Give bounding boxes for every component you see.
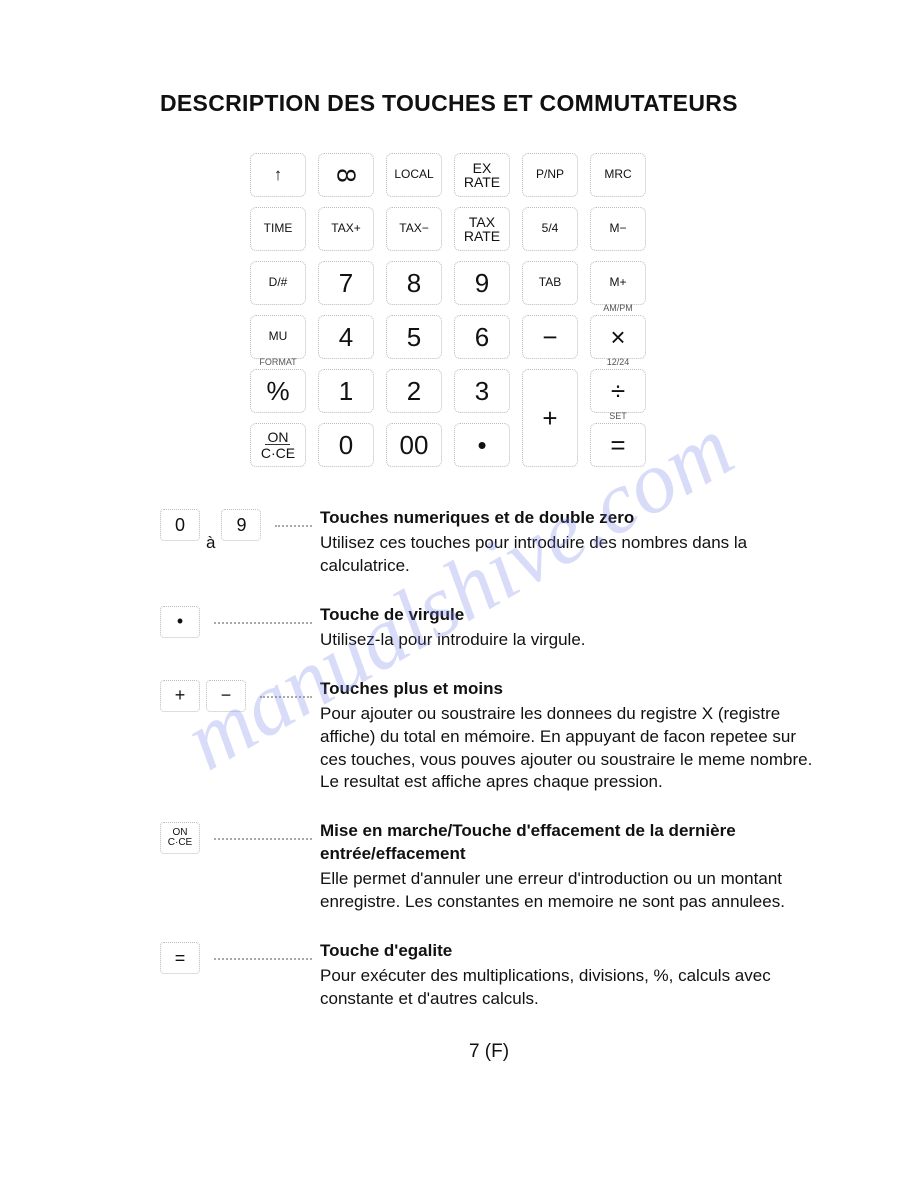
dotted-leader: [214, 942, 312, 960]
desc-decimal: • Touche de virgule Utilisez-la pour int…: [160, 604, 818, 652]
mini-key-on-cce: ON C·CE: [160, 822, 200, 854]
dotted-leader: [275, 509, 312, 527]
mini-key-equals: =: [160, 942, 200, 974]
key-5: 5: [386, 315, 442, 359]
desc-title: Mise en marche/Touche d'effacement de la…: [320, 820, 818, 866]
desc-plus-minus: + − Touches plus et moins Pour ajouter o…: [160, 678, 818, 795]
dotted-leader: [214, 822, 312, 840]
keypad-diagram: ↑ 8 LOCAL EX RATE P/NP MRC TIME TAX+ TAX…: [250, 153, 818, 467]
key-multiply: ×: [590, 315, 646, 359]
key-feed: ↑: [250, 153, 306, 197]
key-9: 9: [454, 261, 510, 305]
key-percent: %: [250, 369, 306, 413]
desc-title: Touche de virgule: [320, 604, 818, 627]
desc-text: Utilisez ces touches pour introduire des…: [320, 532, 818, 578]
key-divide-wrap: 12/24 ÷: [590, 369, 646, 413]
key-4: 4: [318, 315, 374, 359]
key-6: 6: [454, 315, 510, 359]
mini-key-dot: •: [160, 606, 200, 638]
range-sep: à: [206, 533, 215, 553]
key-mrc: MRC: [590, 153, 646, 197]
desc-text: Pour exécuter des multiplications, divis…: [320, 965, 818, 1011]
key-pnp: P/NP: [522, 153, 578, 197]
key-m-minus: M−: [590, 207, 646, 251]
key-8-rotated: 8: [318, 153, 374, 197]
page-title: DESCRIPTION DES TOUCHES ET COMMUTATEURS: [160, 90, 818, 117]
key-multiply-wrap: AM/PM ×: [590, 315, 646, 359]
key-1: 1: [318, 369, 374, 413]
key-on-cce: ON C·CE: [250, 423, 306, 467]
key-tax-rate: TAX RATE: [454, 207, 510, 251]
label-bot: RATE: [464, 175, 500, 189]
mini-key-0: 0: [160, 509, 200, 541]
keypad-row: FORMAT % ON C·CE 1 0 2: [250, 369, 818, 467]
key-local: LOCAL: [386, 153, 442, 197]
key-minus: −: [522, 315, 578, 359]
key-time: TIME: [250, 207, 306, 251]
keypad-row: D/# 7 8 9 TAB M+: [250, 261, 818, 305]
key-tab: TAB: [522, 261, 578, 305]
key-0: 0: [318, 423, 374, 467]
mini-key-minus: −: [206, 680, 246, 712]
label-bot: C·CE: [168, 838, 192, 848]
sup-ampm: AM/PM: [590, 303, 646, 313]
label-bot: RATE: [464, 229, 500, 243]
key-equals: =: [590, 423, 646, 467]
dotted-leader: [260, 680, 312, 698]
digit-8-icon: 8: [331, 168, 362, 182]
desc-text: Elle permet d'annuler une erreur d'intro…: [320, 868, 818, 914]
key-plus: +: [522, 369, 578, 467]
key-2: 2: [386, 369, 442, 413]
desc-text: Pour ajouter ou soustraire les donnees d…: [320, 703, 818, 795]
manual-page: manualshive.com DESCRIPTION DES TOUCHES …: [0, 0, 918, 1188]
label-top: EX: [473, 161, 492, 175]
sup-1224: 12/24: [590, 357, 646, 367]
key-mu: MU: [250, 315, 306, 359]
key-round: 5/4: [522, 207, 578, 251]
key-3: 3: [454, 369, 510, 413]
key-percent-wrap: FORMAT %: [250, 369, 306, 413]
keypad-row: TIME TAX+ TAX− TAX RATE 5/4 M−: [250, 207, 818, 251]
desc-equals: = Touche d'egalite Pour exécuter des mul…: [160, 940, 818, 1011]
key-divide: ÷: [590, 369, 646, 413]
desc-title: Touches numeriques et de double zero: [320, 507, 818, 530]
desc-on-cce: ON C·CE Mise en marche/Touche d'effaceme…: [160, 820, 818, 914]
desc-numeric: 0 à 9 Touches numeriques et de double ze…: [160, 507, 818, 578]
key-tax-minus: TAX−: [386, 207, 442, 251]
page-number: 7 (F): [160, 1041, 818, 1063]
key-7: 7: [318, 261, 374, 305]
dotted-leader: [214, 606, 312, 624]
mini-key-9: 9: [221, 509, 261, 541]
sup-format: FORMAT: [250, 357, 306, 367]
desc-title: Touches plus et moins: [320, 678, 818, 701]
key-ex-rate: EX RATE: [454, 153, 510, 197]
key-m-plus: M+: [590, 261, 646, 305]
desc-title: Touche d'egalite: [320, 940, 818, 963]
keypad-row: ↑ 8 LOCAL EX RATE P/NP MRC: [250, 153, 818, 197]
key-d-hash: D/#: [250, 261, 306, 305]
key-equals-wrap: SET =: [590, 423, 646, 467]
key-dot: •: [454, 423, 510, 467]
label-top: TAX: [469, 215, 495, 229]
label-bot: C·CE: [261, 445, 295, 460]
key-00: 00: [386, 423, 442, 467]
label-top: ON: [265, 430, 290, 445]
keypad-row: MU 4 5 6 − AM/PM ×: [250, 315, 818, 359]
key-8: 8: [386, 261, 442, 305]
sup-set: SET: [590, 411, 646, 421]
desc-text: Utilisez-la pour introduire la virgule.: [320, 629, 818, 652]
key-tax-plus: TAX+: [318, 207, 374, 251]
mini-key-plus: +: [160, 680, 200, 712]
